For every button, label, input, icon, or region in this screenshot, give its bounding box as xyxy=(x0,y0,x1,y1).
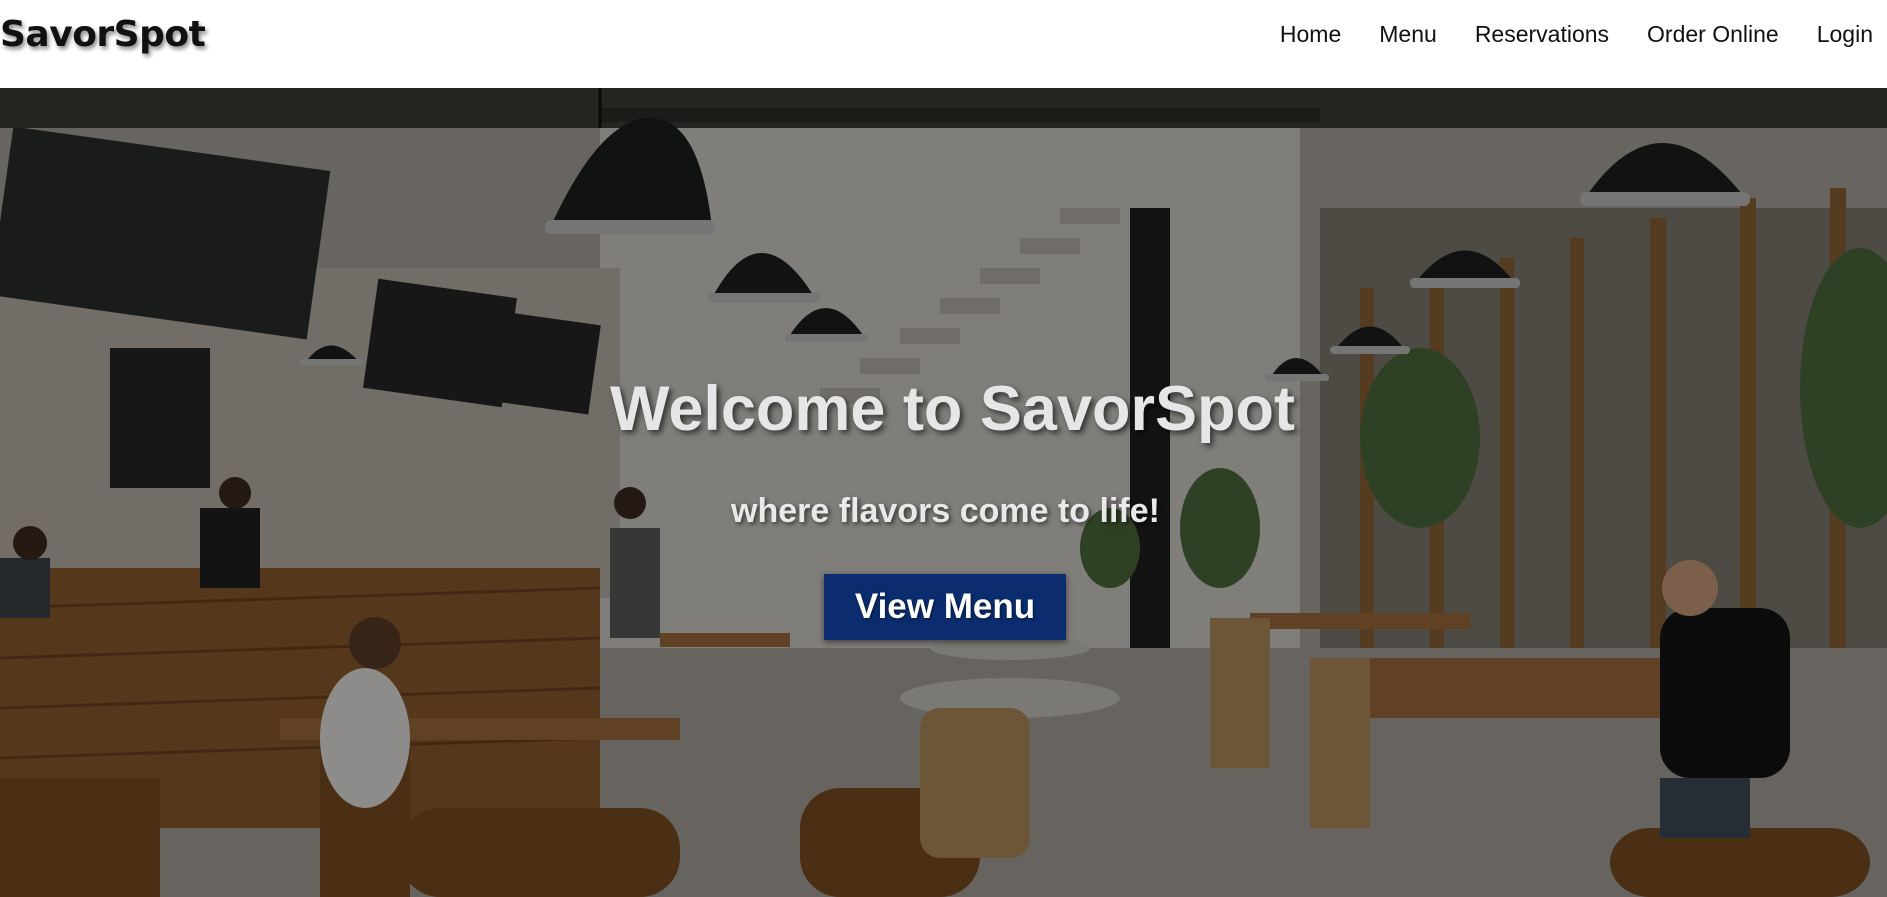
hero-title: Welcome to SavorSpot xyxy=(610,374,1295,444)
nav-link-reservations[interactable]: Reservations xyxy=(1451,20,1623,48)
nav-link-login[interactable]: Login xyxy=(1793,20,1887,48)
top-navbar: SavorSpot Home Menu Reservations Order O… xyxy=(0,0,1887,88)
hero-section: Welcome to SavorSpot where flavors come … xyxy=(0,88,1887,897)
view-menu-button[interactable]: View Menu xyxy=(824,574,1066,640)
main-nav: Home Menu Reservations Order Online Logi… xyxy=(1256,20,1887,48)
nav-link-order-online[interactable]: Order Online xyxy=(1623,20,1793,48)
nav-link-home[interactable]: Home xyxy=(1256,20,1355,48)
nav-link-menu[interactable]: Menu xyxy=(1355,20,1451,48)
brand-logo[interactable]: SavorSpot xyxy=(0,14,206,55)
hero-subtitle: where flavors come to life! xyxy=(731,492,1160,530)
